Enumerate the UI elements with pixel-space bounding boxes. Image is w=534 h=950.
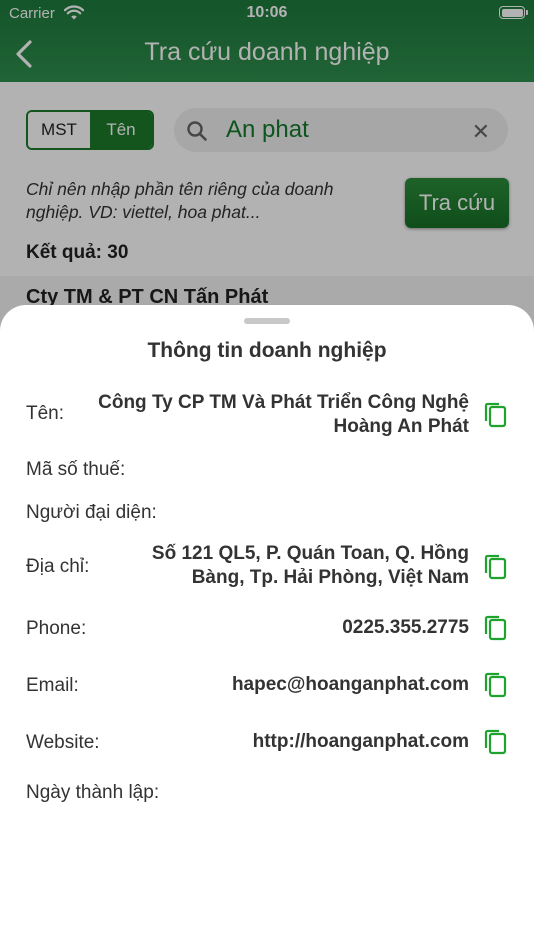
sheet-grabber[interactable] [244, 318, 290, 324]
address-value-line2: Bàng, Tp. Hải Phòng, Việt Nam [191, 567, 469, 588]
copy-icon[interactable] [482, 553, 508, 581]
tax-code-label: Mã số thuế: [26, 459, 126, 480]
email-value: hapec@hoanganphat.com [231, 674, 469, 695]
copy-icon[interactable] [482, 671, 508, 699]
address-value-line1: Số 121 QL5, P. Quán Toan, Q. Hồng [151, 543, 469, 564]
address-label: Địa chỉ: [26, 556, 90, 577]
screen: Tra cứu doanh nghiệp Carrier 10:06 MST T… [0, 0, 534, 950]
sheet-title: Thông tin doanh nghiệp [147, 339, 387, 362]
name-label: Tên: [26, 403, 65, 424]
website-label: Website: [26, 732, 100, 753]
email-label: Email: [26, 675, 79, 696]
phone-value: 0225.355.2775 [342, 617, 469, 638]
phone-label: Phone: [26, 618, 87, 639]
name-value: Công Ty CP TM Và Phát Triển Công Nghệ Ho… [98, 391, 469, 439]
website-value: http://hoanganphat.com [252, 731, 469, 752]
name-value-line2: Hoàng An Phát [333, 416, 469, 437]
company-info-sheet: Thông tin doanh nghiệp Tên: Công Ty CP T… [0, 305, 534, 950]
address-value: Số 121 QL5, P. Quán Toan, Q. Hồng Bàng, … [152, 542, 469, 590]
name-value-line1: Công Ty CP TM Và Phát Triển Công Nghệ [98, 392, 469, 413]
copy-icon[interactable] [482, 728, 508, 756]
copy-icon[interactable] [482, 614, 508, 642]
copy-icon[interactable] [482, 401, 508, 429]
founding-date-label: Ngày thành lập: [26, 782, 160, 803]
representative-label: Người đại diện: [26, 502, 157, 523]
